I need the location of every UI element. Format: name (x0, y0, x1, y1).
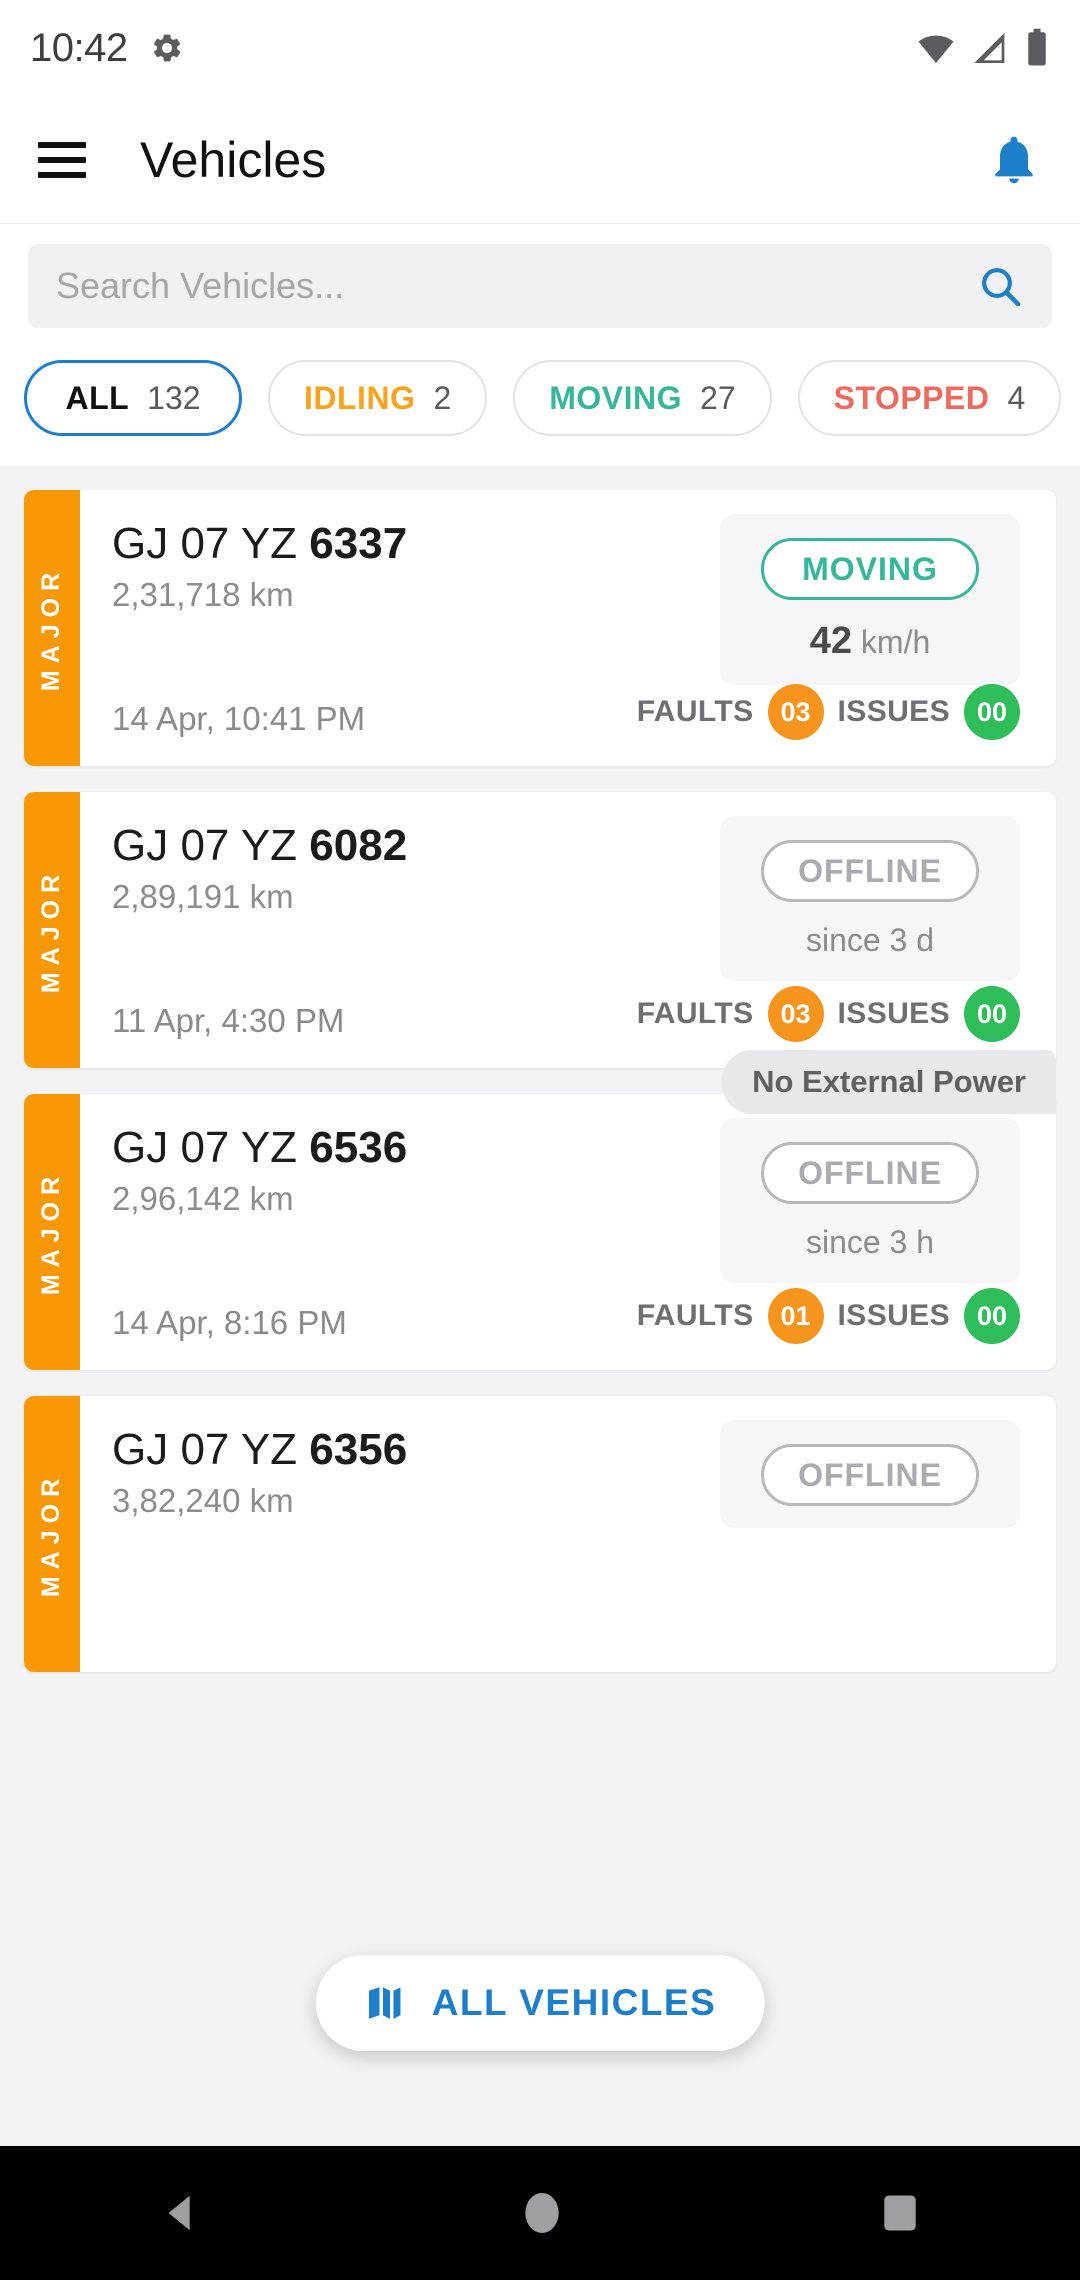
vehicle-status-box: OFFLINE since 3 h (720, 1118, 1020, 1283)
issues-label: ISSUES (837, 1299, 950, 1332)
map-icon (368, 1987, 401, 2019)
faults-label: FAULTS (636, 997, 754, 1030)
last-update-timestamp: 14 Apr, 10:41 PM (112, 700, 366, 737)
all-vehicles-label: ALL VEHICLES (431, 1982, 717, 2023)
status-bar-icons (914, 27, 1050, 69)
severity-strip: MAJOR (24, 792, 80, 1068)
filter-chip-label: IDLING (304, 379, 416, 416)
back-triangle-icon[interactable] (159, 2190, 205, 2236)
vehicle-counters: FAULTS 03 ISSUES 00 (637, 684, 1020, 740)
issues-label: ISSUES (837, 695, 950, 728)
vehicle-card[interactable]: MAJOR GJ 07 YZ 6356 3,82,240 km OFFLINE (24, 1396, 1056, 1672)
filter-chip-count: 27 (700, 379, 736, 416)
bell-icon[interactable] (986, 130, 1042, 190)
filter-chip-all[interactable]: ALL 132 (24, 360, 242, 436)
phone-screen: 10:42 Vehicles Search Vehicles... ALL 13… (0, 0, 1080, 2280)
last-update-timestamp: 14 Apr, 8:16 PM (112, 1304, 347, 1341)
offline-since: since 3 d (805, 922, 935, 958)
battery-icon (1028, 28, 1046, 66)
page-title: Vehicles (140, 131, 327, 188)
severity-label: MAJOR (37, 1169, 66, 1295)
search-input[interactable] (56, 265, 976, 307)
filter-chip-row[interactable]: ALL 132 IDLING 2 MOVING 27 STOPPED 4 (0, 354, 1080, 466)
vehicle-card-body: GJ 07 YZ 6356 3,82,240 km OFFLINE (80, 1396, 1056, 1672)
hamburger-menu-icon[interactable] (38, 141, 86, 178)
vehicle-card-wrapper: MAJOR GJ 07 YZ 6337 2,31,718 km 14 Apr, 10:… (24, 490, 1056, 766)
recents-square-icon[interactable] (879, 2190, 921, 2236)
issues-count-badge: 00 (964, 684, 1020, 740)
vehicle-card[interactable]: MAJOR GJ 07 YZ 6082 2,89,191 km 11 Apr, 4:3… (24, 792, 1056, 1068)
severity-label: MAJOR (37, 565, 66, 691)
last-update-timestamp: 11 Apr, 4:30 PM (112, 1002, 345, 1039)
severity-label: MAJOR (37, 867, 66, 993)
vehicle-status-badge: MOVING (761, 538, 979, 600)
faults-count-badge: 01 (767, 1288, 824, 1344)
vehicle-card-body: GJ 07 YZ 6082 2,89,191 km 11 Apr, 4:30 PM O… (80, 792, 1056, 1068)
filter-chip-moving[interactable]: MOVING 27 (513, 360, 772, 436)
issues-count-badge: 00 (964, 1288, 1020, 1344)
search-section (0, 224, 1080, 354)
faults-count-badge: 03 (767, 684, 824, 740)
speed-value: 42 (809, 620, 853, 662)
vehicle-list: MAJOR GJ 07 YZ 6337 2,31,718 km 14 Apr, 10:… (0, 466, 1080, 1672)
search-bar[interactable] (28, 244, 1052, 328)
vehicle-card[interactable]: MAJOR GJ 07 YZ 6337 2,31,718 km 14 Apr, 10:… (24, 490, 1056, 766)
vehicle-counters: FAULTS 01 ISSUES 00 (637, 1288, 1020, 1344)
vehicle-card-wrapper: No External Power MAJOR GJ 07 YZ 6536 2,96,… (24, 1050, 1056, 1370)
all-vehicles-map-button[interactable]: ALL VEHICLES (315, 1955, 765, 2051)
severity-label: MAJOR (37, 1471, 66, 1597)
faults-label: FAULTS (636, 1299, 754, 1332)
filter-chip-label: MOVING (549, 379, 683, 416)
vehicle-card-body: GJ 07 YZ 6536 2,96,142 km 14 Apr, 8:16 PM O… (80, 1094, 1056, 1370)
issues-count-badge: 00 (964, 986, 1020, 1042)
plate-number: 6536 (309, 1123, 408, 1172)
vehicle-speed: 42 km/h (720, 620, 1020, 663)
plate-prefix: GJ 07 YZ (112, 821, 310, 870)
vehicle-counters: FAULTS 03 ISSUES 00 (637, 986, 1020, 1042)
vehicle-status-badge: OFFLINE (761, 1444, 979, 1506)
plate-prefix: GJ 07 YZ (112, 1123, 310, 1172)
app-bar: Vehicles (0, 96, 1080, 224)
filter-chip-stopped[interactable]: STOPPED 4 (797, 360, 1062, 436)
faults-label: FAULTS (636, 695, 754, 728)
vehicle-status-box: OFFLINE (720, 1420, 1020, 1528)
speed-unit: km/h (860, 624, 931, 660)
faults-count-badge: 03 (767, 986, 824, 1042)
filter-chip-count: 4 (1007, 379, 1026, 416)
severity-strip: MAJOR (24, 1396, 80, 1672)
plate-prefix: GJ 07 YZ (112, 519, 310, 568)
offline-since: since 3 h (805, 1224, 935, 1260)
plate-prefix: GJ 07 YZ (112, 1425, 310, 1474)
issues-label: ISSUES (837, 997, 950, 1030)
wifi-icon (918, 35, 954, 63)
vehicle-card-wrapper: MAJOR GJ 07 YZ 6082 2,89,191 km 11 Apr, 4:3… (24, 792, 1056, 1068)
filter-chip-count: 132 (147, 379, 201, 416)
vehicle-card-body: GJ 07 YZ 6337 2,31,718 km 14 Apr, 10:41 PM… (80, 490, 1056, 766)
filter-chip-idling[interactable]: IDLING 2 (268, 360, 488, 436)
gear-icon (153, 34, 180, 62)
vehicle-status-badge: OFFLINE (761, 1142, 979, 1204)
severity-strip: MAJOR (24, 1094, 80, 1370)
android-nav-bar (0, 2146, 1080, 2280)
cellular-signal-icon (974, 33, 1005, 63)
status-bar-clock: 10:42 (30, 25, 128, 70)
plate-number: 6082 (309, 821, 408, 870)
vehicle-status-box: MOVING 42 km/h (720, 514, 1020, 685)
home-circle-icon[interactable] (522, 2189, 562, 2237)
vehicle-status-badge: OFFLINE (761, 840, 979, 902)
vehicle-card[interactable]: MAJOR GJ 07 YZ 6536 2,96,142 km 14 Apr, 8:1… (24, 1094, 1056, 1370)
search-icon[interactable] (976, 262, 1024, 310)
vehicle-card-wrapper: MAJOR GJ 07 YZ 6356 3,82,240 km OFFLINE (24, 1396, 1056, 1672)
filter-chip-label: ALL (65, 379, 130, 416)
severity-strip: MAJOR (24, 490, 80, 766)
plate-number: 6356 (309, 1425, 408, 1474)
filter-chip-label: STOPPED (833, 379, 990, 416)
filter-chip-count: 2 (433, 379, 452, 416)
status-bar: 10:42 (0, 0, 1080, 96)
vehicle-status-box: OFFLINE since 3 d (720, 816, 1020, 981)
power-status-tag: No External Power (722, 1050, 1056, 1114)
plate-number: 6337 (309, 519, 408, 568)
